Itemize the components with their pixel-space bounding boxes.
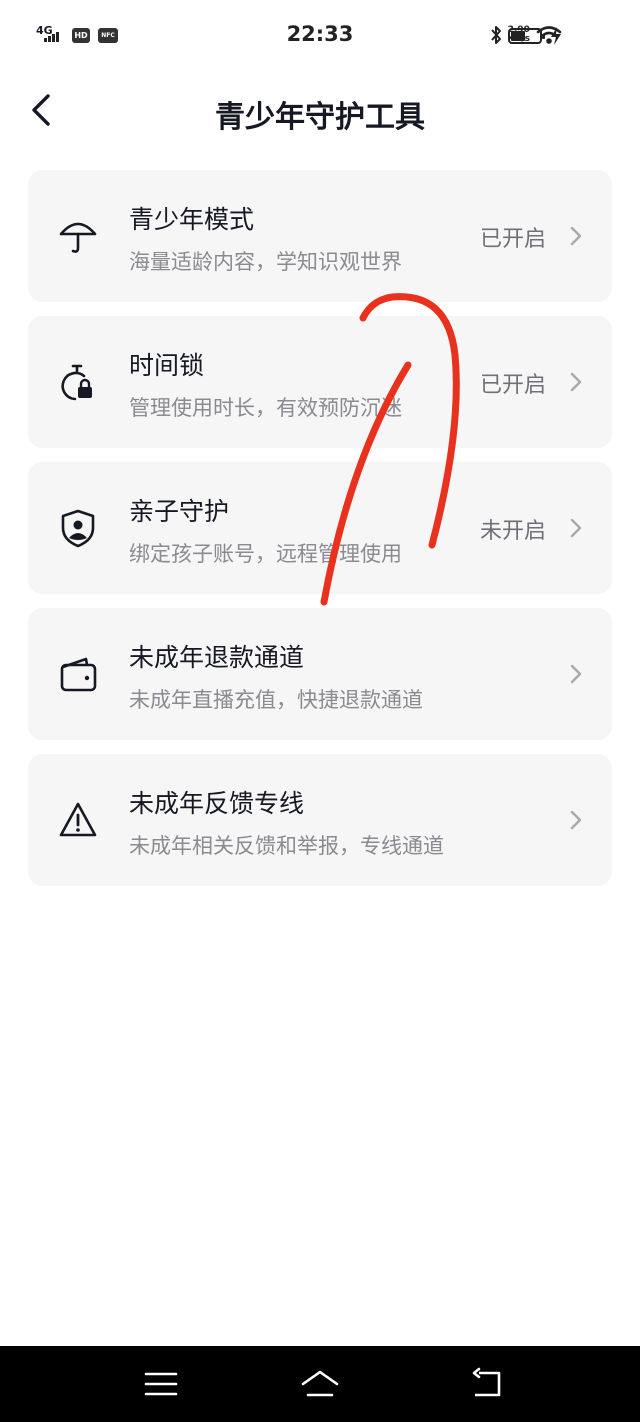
card-subtitle: 海量适龄内容，学知识观世界 <box>129 250 402 274</box>
card-subtitle: 未成年相关反馈和举报，专线通道 <box>129 834 444 858</box>
card-parental-guard[interactable]: 亲子守护 绑定孩子账号，远程管理使用 未开启 <box>28 462 612 594</box>
warning-icon <box>59 802 97 837</box>
shield-user-icon <box>61 509 95 548</box>
card-title: 青少年模式 <box>129 205 255 234</box>
chevron-right-icon <box>570 518 582 538</box>
card-youth-mode[interactable]: 青少年模式 海量适龄内容，学知识观世界 已开启 <box>28 170 612 302</box>
chevron-right-icon <box>570 226 582 246</box>
battery-icon <box>508 28 545 44</box>
card-subtitle: 未成年直播充值，快捷退款通道 <box>129 688 423 712</box>
back-icon[interactable] <box>467 1364 509 1404</box>
system-nav-bar <box>0 1346 640 1422</box>
card-feedback-line[interactable]: 未成年反馈专线 未成年相关反馈和举报，专线通道 <box>28 754 612 886</box>
card-title: 亲子守护 <box>129 497 230 526</box>
chevron-right-icon <box>570 664 582 684</box>
card-title: 时间锁 <box>129 351 205 380</box>
header: 青少年守护工具 <box>0 78 640 142</box>
wallet-icon <box>60 657 97 692</box>
page-title: 青少年守护工具 <box>215 100 425 135</box>
card-title: 未成年退款通道 <box>129 643 305 672</box>
card-status: 已开启 <box>479 227 546 252</box>
charging-icon <box>551 27 561 45</box>
card-time-lock[interactable]: 时间锁 管理使用时长，有效预防沉迷 已开启 <box>28 316 612 448</box>
home-icon[interactable] <box>299 1364 341 1404</box>
chevron-right-icon <box>570 810 582 830</box>
card-subtitle: 绑定孩子账号，远程管理使用 <box>129 542 402 566</box>
timer-lock-icon <box>61 364 92 401</box>
card-subtitle: 管理使用时长，有效预防沉迷 <box>129 396 402 420</box>
menu-icon[interactable] <box>140 1364 182 1404</box>
bluetooth-icon <box>490 26 501 44</box>
chevron-right-icon <box>570 372 582 392</box>
status-bar: 4G HD NFC 22:33 2.90 KB/s <box>0 0 640 72</box>
card-refund-channel[interactable]: 未成年退款通道 未成年直播充值，快捷退款通道 <box>28 608 612 740</box>
card-status: 未开启 <box>479 519 546 544</box>
umbrella-icon <box>59 222 97 253</box>
card-status: 已开启 <box>479 373 546 398</box>
card-title: 未成年反馈专线 <box>129 789 305 818</box>
